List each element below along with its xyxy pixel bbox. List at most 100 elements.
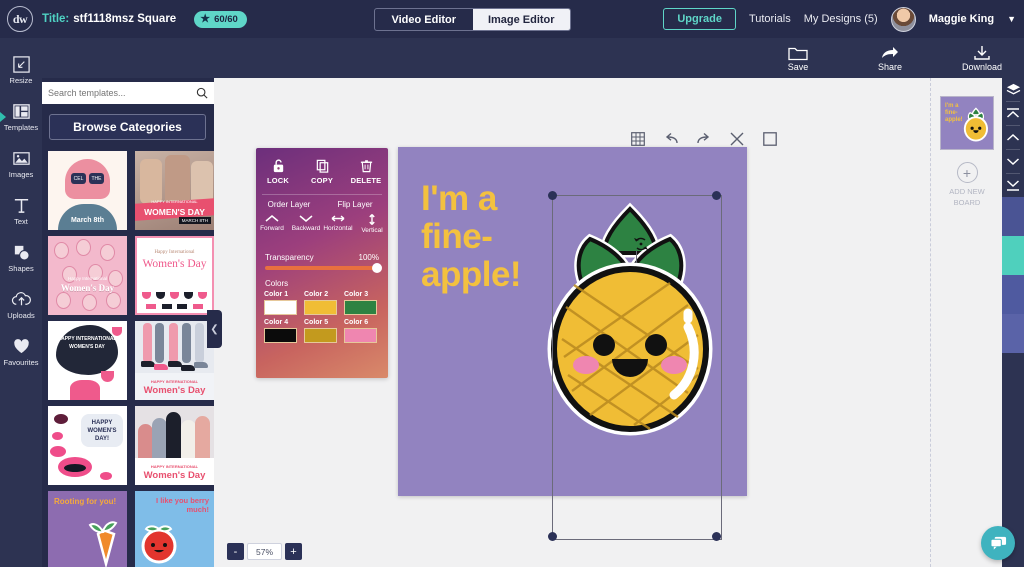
- arrows-vertical-icon: [369, 214, 375, 225]
- order-forward-button[interactable]: Forward: [256, 213, 288, 232]
- browse-categories-button[interactable]: Browse Categories: [49, 114, 206, 140]
- carrot-icon: [88, 521, 118, 567]
- color-box[interactable]: [344, 328, 377, 343]
- flip-vertical-button[interactable]: Vertical: [356, 213, 388, 234]
- copy-button[interactable]: COPY: [300, 148, 344, 194]
- artboard[interactable]: I'm a fine- apple!: [398, 147, 747, 496]
- zoom-in-button[interactable]: +: [285, 543, 302, 560]
- color-swatch[interactable]: Color 2: [304, 291, 337, 315]
- sidebar-item-resize[interactable]: Resize: [0, 46, 42, 93]
- lock-button[interactable]: LOCK: [256, 148, 300, 194]
- avatar[interactable]: [890, 6, 916, 32]
- board-thumbnail[interactable]: I'm a fine- apple!: [940, 96, 994, 150]
- color-box[interactable]: [304, 300, 337, 315]
- color-swatch[interactable]: Color 4: [264, 319, 297, 343]
- selection-handle-top-right[interactable]: [712, 191, 721, 200]
- move-up-icon[interactable]: [1002, 126, 1024, 149]
- selection-handle-bottom-right[interactable]: [712, 532, 721, 541]
- pineapple-artwork[interactable]: [538, 179, 723, 439]
- sidebar-item-templates[interactable]: Templates: [0, 93, 42, 140]
- sidebar-item-shapes[interactable]: Shapes: [0, 234, 42, 281]
- color-label: Color 6: [344, 319, 369, 326]
- template-subcaption: Happy International: [154, 250, 195, 255]
- color-box[interactable]: [264, 328, 297, 343]
- sidebar-label-favourites: Favourites: [3, 357, 39, 367]
- title-value[interactable]: stf1118msz Square: [73, 13, 176, 25]
- color-swatch[interactable]: Color 6: [344, 319, 377, 343]
- save-button[interactable]: Save: [770, 45, 826, 72]
- glass-left: CEL: [71, 173, 86, 184]
- shapes-icon: [14, 245, 30, 261]
- template-item[interactable]: Rooting for you!: [48, 491, 127, 567]
- rotate-handle[interactable]: [632, 235, 650, 253]
- tutorials-link[interactable]: Tutorials: [749, 13, 791, 25]
- transparency-slider[interactable]: [265, 263, 382, 273]
- template-item[interactable]: Happy International Women's Day: [48, 236, 127, 315]
- move-to-bottom-icon[interactable]: [1002, 174, 1024, 197]
- color-label: Color 5: [304, 319, 329, 326]
- editor-mode-toggle[interactable]: Video Editor Image Editor: [374, 8, 571, 31]
- selection-handle-bottom-left[interactable]: [548, 532, 557, 541]
- transparency-label: Transparency: [265, 253, 314, 262]
- move-to-top-icon[interactable]: [1002, 102, 1024, 125]
- flip-layer-group: Flip Layer Horizontal Vertical: [322, 195, 388, 247]
- template-item[interactable]: I like you berry much!: [135, 491, 214, 567]
- chevron-down-icon[interactable]: ▼: [1007, 14, 1016, 24]
- sidebar-item-favourites[interactable]: Favourites: [0, 328, 42, 375]
- sidebar-item-images[interactable]: Images: [0, 140, 42, 187]
- close-icon[interactable]: [728, 130, 745, 147]
- layer-color-swatch[interactable]: [1002, 314, 1024, 353]
- template-item[interactable]: HAPPY INTERNATIONAL Women's Day: [135, 321, 214, 400]
- flip-horizontal-button[interactable]: Horizontal: [322, 213, 354, 234]
- share-arrow-icon: [882, 46, 898, 58]
- layers-icon[interactable]: [1002, 78, 1024, 101]
- color-swatch[interactable]: Color 1: [264, 291, 297, 315]
- template-item[interactable]: HAPPY INTERNATIONAL WOMEN'S DAY: [48, 321, 127, 400]
- template-item[interactable]: CEL THE March 8th: [48, 151, 127, 230]
- color-box[interactable]: [304, 328, 337, 343]
- order-layer-title: Order Layer: [267, 200, 311, 209]
- slider-knob[interactable]: [372, 263, 382, 273]
- zoom-out-button[interactable]: -: [227, 543, 244, 560]
- layer-color-swatch[interactable]: [1002, 236, 1024, 275]
- order-backward-button[interactable]: Backward: [290, 213, 322, 232]
- layer-color-swatch[interactable]: [1002, 275, 1024, 314]
- template-item[interactable]: Happy International Women's Day: [135, 236, 214, 315]
- move-down-icon[interactable]: [1002, 150, 1024, 173]
- color-label: Color 4: [264, 319, 289, 326]
- tab-video-editor[interactable]: Video Editor: [375, 9, 473, 30]
- color-swatch[interactable]: Color 5: [304, 319, 337, 343]
- add-new-board-button[interactable]: + ADD NEW BOARD: [931, 162, 1003, 208]
- upgrade-button[interactable]: Upgrade: [663, 8, 736, 30]
- action-bar: Save Share Download: [0, 38, 1024, 78]
- redo-icon[interactable]: [695, 130, 712, 147]
- color-swatch[interactable]: Color 3: [344, 291, 377, 315]
- template-item[interactable]: HAPPY INTERNATIONAL WOMEN'S DAY MARCH 8T…: [135, 151, 214, 230]
- sidebar-item-uploads[interactable]: Uploads: [0, 281, 42, 328]
- share-button[interactable]: Share: [862, 45, 918, 72]
- search-input[interactable]: [48, 88, 196, 98]
- app-logo[interactable]: dw: [7, 6, 33, 32]
- layer-color-swatch[interactable]: [1002, 197, 1024, 236]
- order-layer-group: Order Layer Forward Backward: [256, 195, 322, 247]
- panel-collapse-handle[interactable]: ❮: [207, 310, 222, 348]
- sidebar-label-text: Text: [14, 216, 28, 226]
- undo-icon[interactable]: [662, 130, 679, 147]
- template-item[interactable]: HAPPY INTERNATIONAL Women's Day: [135, 406, 214, 485]
- user-name[interactable]: Maggie King: [929, 13, 994, 25]
- selection-handle-top-left[interactable]: [548, 191, 557, 200]
- download-button[interactable]: Download: [954, 45, 1010, 72]
- search-bar[interactable]: [42, 82, 214, 104]
- color-box[interactable]: [264, 300, 297, 315]
- fit-square-icon[interactable]: [761, 130, 778, 147]
- color-box[interactable]: [344, 300, 377, 315]
- chat-button[interactable]: [981, 526, 1015, 560]
- canvas-area: I'm a fine- apple! LOCK COPY DELETE Orde…: [214, 78, 954, 567]
- template-item[interactable]: HAPPY WOMEN'S DAY!: [48, 406, 127, 485]
- grid-icon[interactable]: [629, 130, 646, 147]
- zoom-value[interactable]: 57%: [247, 543, 282, 560]
- sidebar-item-text[interactable]: Text: [0, 187, 42, 234]
- delete-button[interactable]: DELETE: [344, 148, 388, 194]
- my-designs-link[interactable]: My Designs (5): [804, 13, 878, 25]
- tab-image-editor[interactable]: Image Editor: [472, 9, 570, 30]
